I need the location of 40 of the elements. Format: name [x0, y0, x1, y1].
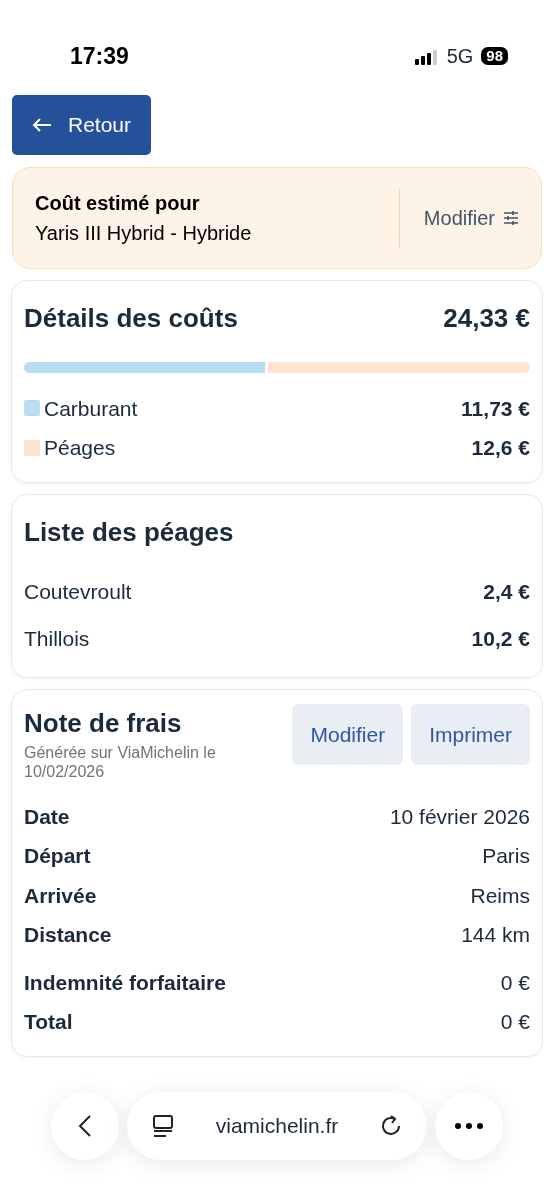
back-button[interactable]: Retour [12, 95, 152, 155]
legend-label: Carburant [44, 395, 138, 422]
section-title: Détails des coûts [24, 301, 238, 335]
toll-name: Thillois [24, 626, 90, 652]
field-label: Départ [24, 843, 91, 870]
toll-name: Coutevroult [24, 578, 132, 605]
field-label: Total [24, 1009, 73, 1036]
network-label: 5G [446, 44, 474, 69]
field-label: Arrivée [24, 882, 97, 909]
generated-note: Générée sur ViaMichelin le 10/02/2026 [24, 742, 217, 781]
field-label: Indemnité forfaitaire [24, 969, 226, 996]
field-value: Reims [470, 882, 530, 909]
total-amount: 24,33 € [443, 301, 530, 335]
field-value: Paris [482, 843, 530, 870]
vehicle-name: Yaris III Hybrid - Hybride [35, 220, 253, 246]
clock-time: 17:39 [70, 41, 129, 71]
more-icon [454, 1121, 484, 1130]
field-value: 0 € [500, 969, 530, 996]
section-title: Note de frais [24, 706, 183, 740]
field-label: Date [24, 803, 70, 830]
toll-amount: 10,2 € [471, 626, 530, 652]
field-value: 0 € [500, 1009, 530, 1036]
modify-button[interactable]: Modifier [292, 703, 404, 765]
field-label: Distance [24, 922, 112, 949]
legend-label: Péages [44, 435, 116, 461]
card-title: Coût estimé pour [35, 190, 201, 216]
cost-amount: 12,6 € [471, 435, 530, 461]
print-button[interactable]: Imprimer [411, 703, 530, 765]
sliders-icon [503, 209, 519, 226]
field-value: 10 février 2026 [389, 803, 530, 830]
field-value: 144 km [461, 922, 530, 949]
tab-icon [151, 1113, 175, 1139]
toll-amount: 2,4 € [483, 578, 530, 605]
chevron-left-icon [78, 1113, 92, 1138]
section-title: Liste des péages [24, 515, 235, 549]
url-text[interactable]: viamichelin.fr [215, 1110, 339, 1142]
arrow-left-icon [32, 116, 52, 133]
modify-link[interactable]: Modifier [423, 202, 519, 233]
battery-level: 98 [481, 46, 508, 66]
cost-amount: 11,73 € [461, 395, 530, 422]
